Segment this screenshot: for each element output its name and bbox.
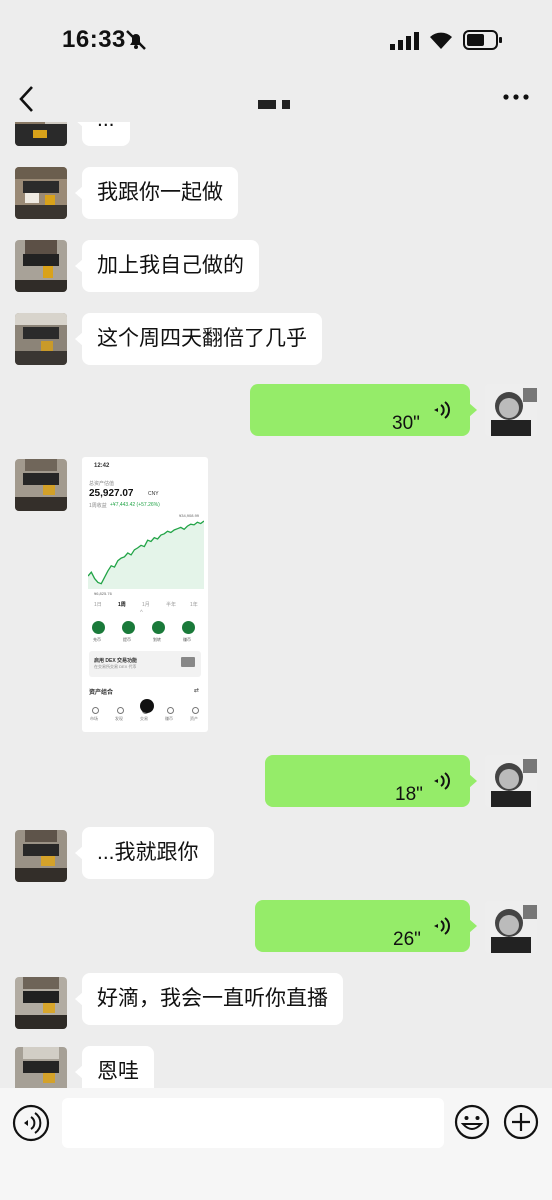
voice-message-bubble[interactable]: 18" [265,755,477,807]
shot-time: 12:42 [94,463,110,469]
message-bubble[interactable]: 好滴，我会一直听你直播 [75,973,343,1025]
battery-icon [463,30,502,50]
message-bubble[interactable]: 加上我自己做的 [75,240,259,292]
shot-card-icon [181,657,195,667]
shot-range-tabs: 1日 1周 1月 半年 1年 [88,601,202,609]
shot-range-tab: 1日 [94,602,102,608]
shot-range-tab: 1周 [118,602,126,608]
voice-playback-icon [434,401,450,419]
message-bubble[interactable]: ... [75,122,130,146]
contact-avatar[interactable] [15,977,67,1029]
shot-action-label: 划转 [153,637,161,642]
shot-expand-icon: ^ [140,610,143,616]
voice-duration: 18" [395,784,423,805]
message-bubble[interactable]: 我跟你一起做 [75,167,238,219]
bell-muted-icon [126,30,146,50]
plus-icon[interactable] [503,1104,539,1140]
shot-tab-icon [167,707,174,714]
shot-swap-button [140,699,154,713]
shot-tab-icon [92,707,99,714]
voice-input-icon[interactable] [12,1104,50,1142]
message-input[interactable] [62,1098,444,1148]
shot-range-tab: 半年 [166,602,177,608]
back-arrow-icon[interactable] [16,84,38,114]
status-bar: 16:33 [0,0,552,80]
chat-header [0,76,552,122]
shared-image-wallet-screenshot[interactable]: 12:42 总资产估值 25,927.07 CNY 1周收益 +¥7,443.4… [82,457,208,732]
shot-action-icon [182,621,195,634]
shot-action-icon [92,621,105,634]
shot-tab-label: 交易 [140,716,148,721]
chat-messages[interactable]: ... 我跟你一起做 加上我自己做的 这个周四天翻倍了几乎 30" 12:42 … [0,122,552,1088]
shot-portfolio-label: 资产组合 [89,690,114,696]
shot-action-label: 赚币 [183,637,191,642]
shot-tab-icon [117,707,124,714]
shot-dex-banner: 启用 DEX 交易功能 在交易所交易 DEX 代币 [89,651,201,677]
shot-action-label: 充币 [93,637,101,642]
message-bubble[interactable]: 恩哇 [75,1046,154,1088]
my-avatar[interactable] [485,384,537,436]
voice-message-bubble[interactable]: 30" [250,384,477,436]
voice-message-bubble[interactable]: 26" [255,900,477,952]
contact-avatar[interactable] [15,122,67,146]
my-avatar[interactable] [485,755,537,807]
message-bubble[interactable]: ...我就跟你 [75,827,214,879]
shot-tab-label: 发现 [115,716,123,721]
shot-action-label: 提币 [123,637,131,642]
shot-balance-label: 总资产估值 [89,481,115,487]
contact-avatar[interactable] [15,167,67,219]
shot-range-tab: 1年 [190,602,198,608]
my-avatar[interactable] [485,901,537,953]
shot-tab-icon [192,707,199,714]
shot-banner-title: 启用 DEX 交易功能 [94,658,138,664]
shot-banner-sub: 在交易所交易 DEX 代币 [94,664,137,669]
wifi-icon [430,32,452,49]
shot-action-icon [152,621,165,634]
shot-change-label: 1周收益 [89,503,107,509]
contact-avatar[interactable] [15,459,67,511]
message-bubble[interactable]: 这个周四天翻倍了几乎 [75,313,322,365]
contact-avatar[interactable] [15,240,67,292]
input-bar [0,1088,552,1200]
status-time: 16:33 [62,26,126,53]
shot-action-row: 充币 提币 划转 赚币 [88,621,202,643]
shot-balance-line-chart [88,520,204,589]
more-options-icon[interactable] [503,92,529,102]
shot-currency: CNY [148,491,159,497]
voice-playback-icon [434,772,450,790]
shot-filter-icon: ⇄ [194,688,200,694]
shot-range-tab: 1月 [142,602,150,608]
contact-avatar[interactable] [15,313,67,365]
contact-avatar[interactable] [15,830,67,882]
shot-chart-low: ¥6,825.76 [94,591,112,596]
voice-playback-icon [434,917,450,935]
shot-change: +¥7,443.42 (+57.26%) [110,502,160,508]
shot-tab-label: 市场 [90,716,98,721]
cellular-signal-icon [390,32,419,50]
shot-balance: 25,927.07 [89,488,134,499]
contact-avatar[interactable] [15,1047,67,1088]
shot-tab-label: 资产 [190,716,198,721]
chat-title-redacted [258,98,290,112]
shot-action-icon [122,621,135,634]
shot-tab-bar: 市场 发现 交易 赚币 资产 [86,699,204,727]
shot-chart-area [88,521,204,589]
voice-duration: 30" [392,413,420,434]
voice-duration: 26" [393,929,421,950]
emoji-icon[interactable] [454,1104,490,1140]
shot-tab-label: 赚币 [165,716,173,721]
